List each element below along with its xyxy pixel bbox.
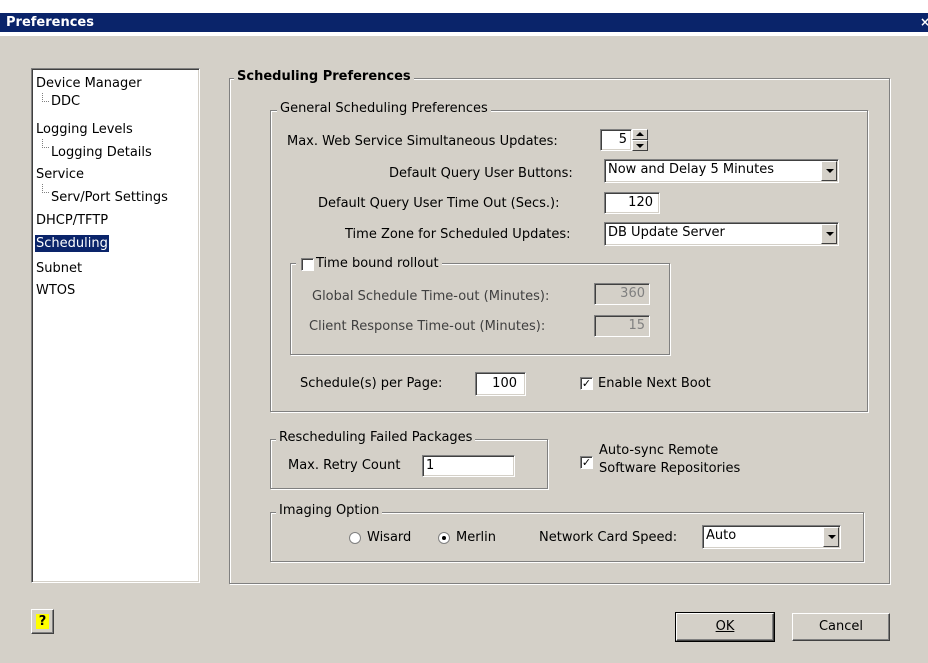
tree-item-dhcp-tftp[interactable]: DHCP/TFTP [35, 212, 109, 229]
help-button[interactable]: ? [31, 609, 54, 634]
dropdown-arrow-icon[interactable] [821, 161, 837, 181]
cancel-button[interactable]: Cancel [792, 613, 890, 641]
autosync-checkbox[interactable]: ✓ [580, 456, 593, 469]
time-bound-label: Time bound rollout [296, 256, 442, 271]
query-buttons-select[interactable]: Now and Delay 5 Minutes [604, 159, 839, 183]
autosync-label-line1: Auto-sync Remote [599, 443, 719, 458]
tree-item-subnet[interactable]: Subnet [35, 260, 83, 277]
query-timeout-field[interactable]: 120 [604, 192, 660, 214]
max-updates-label: Max. Web Service Simultaneous Updates: [287, 134, 558, 149]
tree-item-scheduling[interactable]: Scheduling [35, 235, 109, 252]
ok-button[interactable]: OK [675, 612, 775, 642]
timezone-select[interactable]: DB Update Server [604, 222, 839, 246]
help-icon: ? [35, 614, 50, 629]
radio-merlin-label: Merlin [456, 530, 497, 545]
radio-merlin[interactable] [438, 532, 450, 544]
preferences-tree[interactable]: Device Manager DDC Logging Levels Loggin… [31, 68, 200, 583]
global-timeout-field[interactable]: 360 [594, 283, 650, 305]
timezone-label: Time Zone for Scheduled Updates: [345, 227, 571, 242]
dropdown-arrow-icon[interactable] [823, 527, 839, 547]
timezone-value: DB Update Server [608, 225, 725, 240]
max-updates-spinner[interactable] [632, 129, 648, 151]
client-timeout-label: Client Response Time-out (Minutes): [309, 319, 546, 334]
client-timeout-field[interactable]: 15 [594, 315, 650, 337]
max-updates-field[interactable]: 5 [600, 129, 632, 151]
query-buttons-label: Default Query User Buttons: [389, 166, 573, 181]
tree-item-device-manager[interactable]: Device Manager [35, 75, 143, 92]
general-scheduling-title: General Scheduling Preferences [277, 101, 491, 116]
nic-speed-label: Network Card Speed: [539, 530, 678, 545]
preferences-dialog: Preferences × Device Manager DDC Logging… [0, 0, 928, 663]
window-title: Preferences [6, 15, 94, 30]
scheduling-preferences-title: Scheduling Preferences [234, 69, 414, 84]
nic-speed-select[interactable]: Auto [702, 525, 841, 549]
time-bound-checkbox[interactable] [301, 258, 314, 271]
radio-wisard[interactable] [349, 532, 361, 544]
time-bound-group [290, 263, 670, 355]
retry-count-field[interactable]: 1 [422, 455, 515, 477]
tree-item-ddc[interactable]: DDC [50, 93, 81, 110]
ok-button-label: OK [715, 619, 735, 634]
tree-item-serv-port-settings[interactable]: Serv/Port Settings [50, 189, 169, 206]
spin-up-icon[interactable] [632, 129, 648, 140]
query-timeout-label: Default Query User Time Out (Secs.): [318, 196, 560, 211]
spin-down-icon[interactable] [632, 140, 648, 151]
global-timeout-label: Global Schedule Time-out (Minutes): [312, 289, 550, 304]
retry-count-label: Max. Retry Count [288, 458, 401, 473]
tree-item-logging-details[interactable]: Logging Details [50, 144, 153, 161]
rescheduling-title: Rescheduling Failed Packages [276, 430, 476, 445]
per-page-label: Schedule(s) per Page: [300, 376, 443, 391]
next-boot-checkbox[interactable]: ✓ [580, 377, 593, 390]
next-boot-label: Enable Next Boot [598, 376, 711, 391]
query-buttons-value: Now and Delay 5 Minutes [608, 162, 775, 177]
nic-speed-value: Auto [706, 528, 737, 543]
imaging-option-title: Imaging Option [276, 503, 383, 518]
autosync-label-line2: Software Repositories [599, 461, 741, 476]
tree-item-service[interactable]: Service [35, 166, 85, 183]
dropdown-arrow-icon[interactable] [821, 224, 837, 244]
title-bar: Preferences × [0, 0, 928, 36]
radio-wisard-label: Wisard [367, 530, 412, 545]
tree-item-logging-levels[interactable]: Logging Levels [35, 121, 134, 138]
cancel-button-label: Cancel [818, 619, 864, 634]
close-icon[interactable]: × [920, 15, 928, 30]
per-page-field[interactable]: 100 [475, 372, 526, 396]
tree-item-wtos[interactable]: WTOS [35, 282, 76, 299]
